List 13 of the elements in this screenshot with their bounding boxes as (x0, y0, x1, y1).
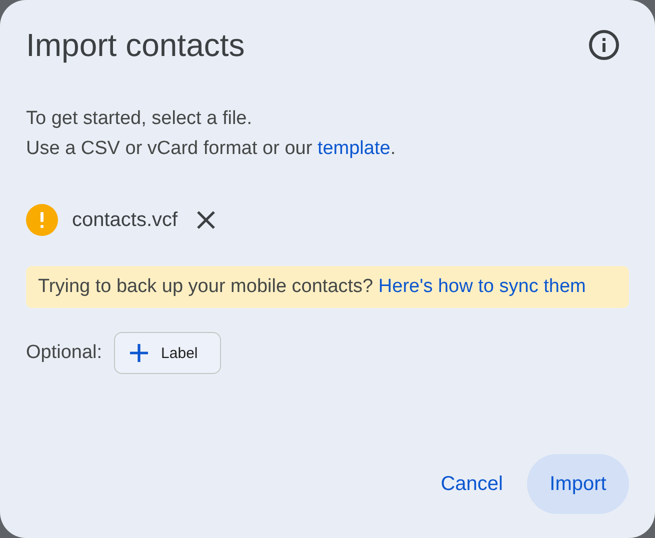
sync-help-link[interactable]: Here's how to sync them (378, 276, 586, 297)
info-icon[interactable] (587, 28, 621, 62)
template-link[interactable]: template (317, 138, 390, 159)
optional-label: Optional: (26, 342, 102, 364)
import-button[interactable]: Import (527, 454, 629, 514)
dialog-title: Import contacts (26, 26, 245, 64)
instruction-text: To get started, select a file. (26, 107, 254, 131)
cancel-button[interactable]: Cancel (424, 454, 519, 514)
banner-text: Trying to back up your mobile contacts? Here's how to sync them (38, 276, 586, 297)
plus-icon (129, 343, 150, 363)
file-name: contacts.vcf (72, 208, 178, 232)
instruction-text: Use a CSV or vCard format or our template. (26, 137, 397, 161)
add-label-button[interactable]: Label (114, 332, 221, 374)
